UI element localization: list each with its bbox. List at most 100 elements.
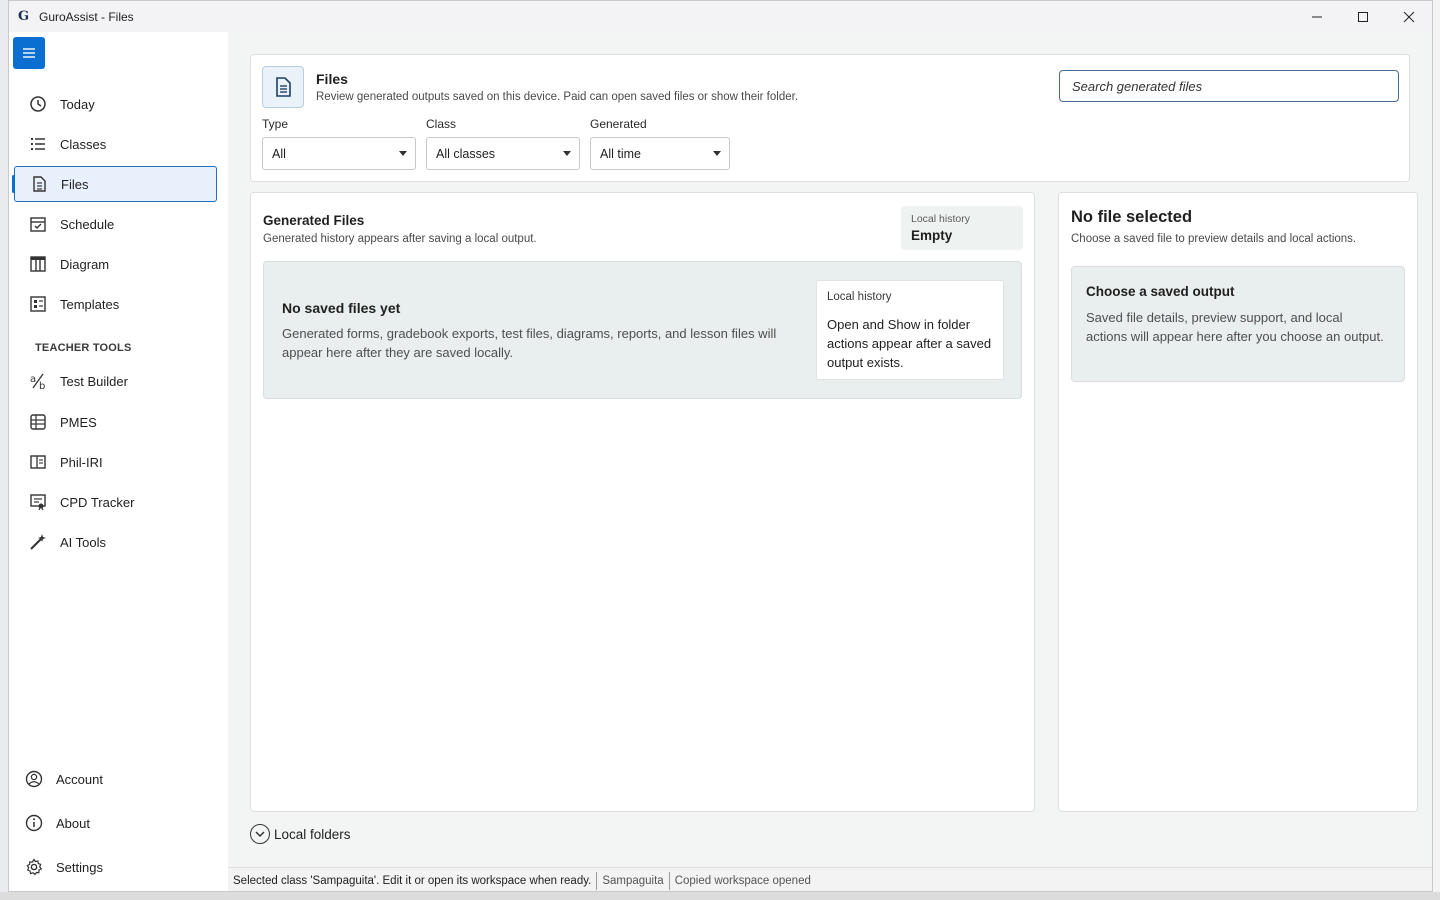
sidebar-item-pmes[interactable]: PMES	[14, 404, 217, 440]
generated-files-panel: Generated Files Generated history appear…	[250, 192, 1035, 812]
class-filter-select[interactable]: All classes	[426, 137, 580, 170]
type-filter-select[interactable]: All	[262, 137, 416, 170]
sidebar-item-label: AI Tools	[60, 534, 107, 550]
background-taskbar-edge	[0, 892, 1440, 900]
generated-filter-label: Generated	[590, 117, 647, 131]
status-class: Sampaguita	[596, 871, 668, 890]
certificate-icon	[28, 492, 48, 512]
minimize-icon	[1312, 16, 1322, 17]
chevron-down-icon	[713, 151, 721, 156]
sidebar-item-label: Today	[60, 96, 95, 112]
empty-state: No saved files yet Generated forms, grad…	[263, 261, 1022, 399]
sidebar-item-label: Test Builder	[60, 373, 128, 389]
book-list-icon	[28, 412, 48, 432]
sidebar-item-classes[interactable]: Classes	[14, 126, 217, 162]
main-content: Files Review generated outputs saved on …	[228, 32, 1432, 867]
title-bar: G GuroAssist - Files	[9, 1, 1432, 32]
window-title: GuroAssist - Files	[39, 9, 134, 24]
window-controls	[1294, 1, 1432, 32]
generated-files-subtitle: Generated history appears after saving a…	[263, 233, 537, 245]
chevron-down-icon	[250, 824, 270, 844]
form-icon	[28, 294, 48, 314]
generated-files-title: Generated Files	[263, 213, 365, 228]
sidebar-item-account[interactable]: Account	[14, 761, 217, 797]
sidebar-item-diagram[interactable]: Diagram	[14, 246, 217, 282]
generated-filter-select[interactable]: All time	[590, 137, 730, 170]
document-icon	[29, 174, 49, 194]
files-header-panel: Files Review generated outputs saved on …	[250, 54, 1410, 182]
sidebar-item-label: Settings	[56, 859, 103, 875]
fraction-icon: ab	[28, 371, 48, 391]
local-folders-toggle[interactable]: Local folders	[250, 822, 351, 846]
clock-icon	[28, 94, 48, 114]
sidebar-item-ai-tools[interactable]: AI Tools	[14, 524, 217, 560]
local-history-badge-label: Local history	[911, 213, 970, 225]
status-bar: Selected class 'Sampaguita'. Edit it or …	[228, 867, 1432, 891]
empty-state-text: Generated forms, gradebook exports, test…	[282, 326, 777, 360]
type-filter-label: Type	[262, 117, 289, 131]
choose-output-title: Choose a saved output	[1086, 284, 1235, 299]
chevron-down-icon	[399, 151, 407, 156]
sidebar-item-schedule[interactable]: Schedule	[14, 206, 217, 242]
sidebar-item-label: Files	[61, 176, 89, 192]
svg-text:b: b	[39, 381, 45, 390]
choose-output-text: Saved file details, preview support, and…	[1086, 310, 1384, 344]
sidebar-item-phil-iri[interactable]: Phil-IRI	[14, 444, 217, 480]
search-input[interactable]	[1059, 70, 1399, 102]
chevron-down-icon	[563, 151, 571, 156]
app-window: G GuroAssist - Files Today Classes Files…	[8, 0, 1433, 892]
sidebar-item-label: Classes	[60, 136, 107, 152]
choose-output-box: Choose a saved output Saved file details…	[1071, 266, 1405, 382]
local-history-badge: Local history Empty	[901, 206, 1023, 250]
generated-filter-value: All time	[600, 146, 641, 161]
gear-icon	[24, 857, 44, 877]
sidebar-item-cpd-tracker[interactable]: CPD Tracker	[14, 484, 217, 520]
empty-state-title: No saved files yet	[282, 300, 401, 316]
local-history-card-label: Local history	[827, 291, 892, 303]
list-icon	[28, 134, 48, 154]
sidebar-item-settings[interactable]: Settings	[14, 849, 217, 885]
detail-title: No file selected	[1071, 208, 1193, 226]
table-layout-icon	[28, 254, 48, 274]
hamburger-icon	[23, 48, 35, 58]
page-subtitle: Review generated outputs saved on this d…	[316, 91, 799, 103]
sidebar-item-label: About	[56, 815, 90, 831]
close-icon	[1403, 11, 1415, 22]
sidebar-item-today[interactable]: Today	[14, 86, 217, 122]
maximize-button[interactable]	[1340, 1, 1386, 32]
person-icon	[24, 769, 44, 789]
class-filter-label: Class	[426, 117, 457, 131]
sidebar-item-test-builder[interactable]: ab Test Builder	[14, 363, 217, 399]
local-history-card-text: Open and Show in folder actions appear a…	[827, 317, 992, 370]
status-workspace: Copied workspace opened	[668, 871, 816, 890]
calendar-check-icon	[28, 214, 48, 234]
local-history-card: Local history Open and Show in folder ac…	[816, 280, 1004, 380]
files-header-icon	[262, 66, 304, 108]
class-filter-value: All classes	[436, 146, 496, 161]
local-history-badge-value: Empty	[911, 228, 953, 243]
open-book-icon	[28, 452, 48, 472]
info-icon	[24, 813, 44, 833]
app-logo-icon: G	[18, 8, 30, 24]
file-detail-panel: No file selected Choose a saved file to …	[1058, 192, 1418, 812]
sidebar-item-files[interactable]: Files	[12, 166, 217, 202]
section-label-teacher-tools: TEACHER TOOLS	[35, 342, 132, 354]
minimize-button[interactable]	[1294, 1, 1340, 32]
menu-toggle-button[interactable]	[13, 37, 45, 69]
sidebar-item-templates[interactable]: Templates	[14, 286, 217, 322]
status-message: Selected class 'Sampaguita'. Edit it or …	[233, 874, 592, 887]
sidebar-item-label: Templates	[60, 296, 120, 312]
background-app	[1432, 0, 1440, 900]
sidebar-item-label: Phil-IRI	[60, 454, 103, 470]
sidebar-item-label: Account	[56, 771, 103, 787]
magic-wand-icon	[28, 532, 48, 552]
sidebar: Today Classes Files Schedule Diagram Tem…	[9, 32, 228, 891]
sidebar-item-label: CPD Tracker	[60, 494, 135, 510]
page-title: Files	[316, 71, 348, 87]
detail-subtitle: Choose a saved file to preview details a…	[1071, 233, 1357, 245]
svg-text:a: a	[30, 374, 36, 385]
document-icon	[276, 77, 291, 97]
close-button[interactable]	[1386, 1, 1432, 32]
type-filter-value: All	[272, 146, 286, 161]
sidebar-item-about[interactable]: About	[14, 805, 217, 841]
